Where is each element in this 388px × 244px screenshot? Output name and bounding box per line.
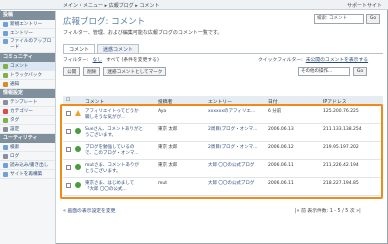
sidebar-item[interactable]: 設定 (0, 125, 55, 134)
sidebar-item-label: 検索 (10, 144, 20, 150)
sidebar-item-icon (3, 39, 8, 44)
top-bar: メイン・メニュー ▸ 広報ブログ ▸ コメント サポートサイト (0, 0, 388, 10)
filter-label: フィルター: (63, 58, 89, 63)
tab-spam-comments[interactable]: 迷惑コメント (97, 44, 140, 53)
more-actions-go-button[interactable]: Go (353, 67, 367, 76)
sidebar-item-icon (3, 21, 8, 27)
search-button[interactable]: Go (366, 14, 380, 24)
sidebar-item-icon (3, 108, 8, 114)
sidebar-item-icon (3, 72, 8, 78)
sidebar-item-label: テンプレート (10, 99, 38, 105)
sidebar-item[interactable]: トラックバック (0, 71, 55, 80)
sidebar-item-icon (3, 117, 8, 123)
sidebar-item-icon (3, 99, 8, 105)
support-site-link[interactable]: サポートサイト (347, 2, 382, 9)
filter-change[interactable]: すべて (条件を変更する) (106, 56, 159, 63)
sidebar-item-icon (3, 63, 8, 69)
sidebar-item[interactable]: カテゴリー (0, 107, 55, 116)
sidebar-item-label: タグ (10, 117, 20, 123)
quick-filter-label: クイックフィルター: (258, 58, 303, 63)
selection-highlight (60, 104, 383, 199)
sidebar-item-icon (3, 171, 8, 177)
display-settings-link[interactable]: « 画面の表示設定を変更 (63, 207, 115, 214)
breadcrumb[interactable]: メイン・メニュー ▸ 広報ブログ ▸ コメント (63, 2, 159, 9)
page-description: フィルター、管理、および編集可能な広報ブログのコメント一覧です。 (63, 30, 223, 36)
filter-none-link[interactable]: なし (93, 56, 103, 63)
sidebar-item[interactable]: タグ (0, 116, 55, 125)
sidebar-item-label: エントリー (10, 30, 33, 36)
sidebar: 投稿 新規エントリー エントリー ファイルのアップロード コミュニティ コメント トラックバ… (0, 11, 56, 244)
sidebar-item-label: ファイルのアップロード (10, 39, 52, 50)
tab-divider (63, 53, 383, 54)
quick-filter: クイックフィルター: 未公開のコメントを表示する (258, 56, 368, 63)
sidebar-item-label: トラックバック (10, 72, 42, 78)
sidebar-item-label: コメント (10, 63, 29, 69)
sidebar-item-icon (3, 81, 8, 87)
select-all-checkbox[interactable]: ☐ (66, 98, 70, 103)
quick-filter-unpublished-link[interactable]: 未公開のコメントを表示する (306, 56, 368, 63)
sidebar-item-icon (3, 30, 8, 36)
tab-comments[interactable]: コメント (63, 44, 96, 53)
sidebar-item[interactable]: ファイルのアップロード (0, 38, 55, 53)
sidebar-item[interactable]: サイトを再構築 (0, 170, 55, 179)
sidebar-item-label: 新規エントリー (10, 21, 43, 27)
publish-button[interactable]: 公開 (63, 67, 81, 76)
filter-bar: フィルター: なし すべて (条件を変更する) (63, 56, 159, 63)
sidebar-item-label: サイトを再構築 (10, 171, 43, 177)
sidebar-item-label: 読み込み/書き出し (10, 162, 49, 168)
main-panel: 広報ブログ: コメント 検索: コメント Go フィルター、管理、および編集可能… (58, 11, 386, 244)
page-title: 広報ブログ: コメント (63, 17, 146, 27)
tab-bar: コメント 迷惑コメント (63, 44, 140, 53)
search-input[interactable]: 検索: コメント (314, 14, 364, 24)
sidebar-item-label: 通知 (10, 81, 20, 87)
sidebar-item[interactable]: 検索 (0, 143, 55, 152)
delete-button[interactable]: 削除 (83, 67, 101, 76)
sidebar-item[interactable]: 通知 (0, 80, 55, 89)
sidebar-item-icon (3, 126, 8, 132)
sidebar-item-icon (3, 153, 8, 159)
sidebar-item-label: 設定 (10, 126, 20, 132)
sidebar-item-label: カテゴリー (10, 108, 33, 114)
sidebar-section-title: ユーティリティ (0, 134, 55, 143)
mark-spam-button[interactable]: 迷惑コメントとしてマーク (103, 67, 167, 76)
pagination[interactable]: |« 前 表示件数: 1 - 5 / 5 次 »| (295, 207, 361, 214)
sidebar-item-icon (3, 144, 8, 150)
sidebar-item-label: ログ (10, 153, 20, 159)
sidebar-item[interactable]: エントリー (0, 29, 55, 38)
more-actions-select[interactable]: その他の操作... (298, 67, 350, 76)
sidebar-item-icon (3, 162, 8, 168)
